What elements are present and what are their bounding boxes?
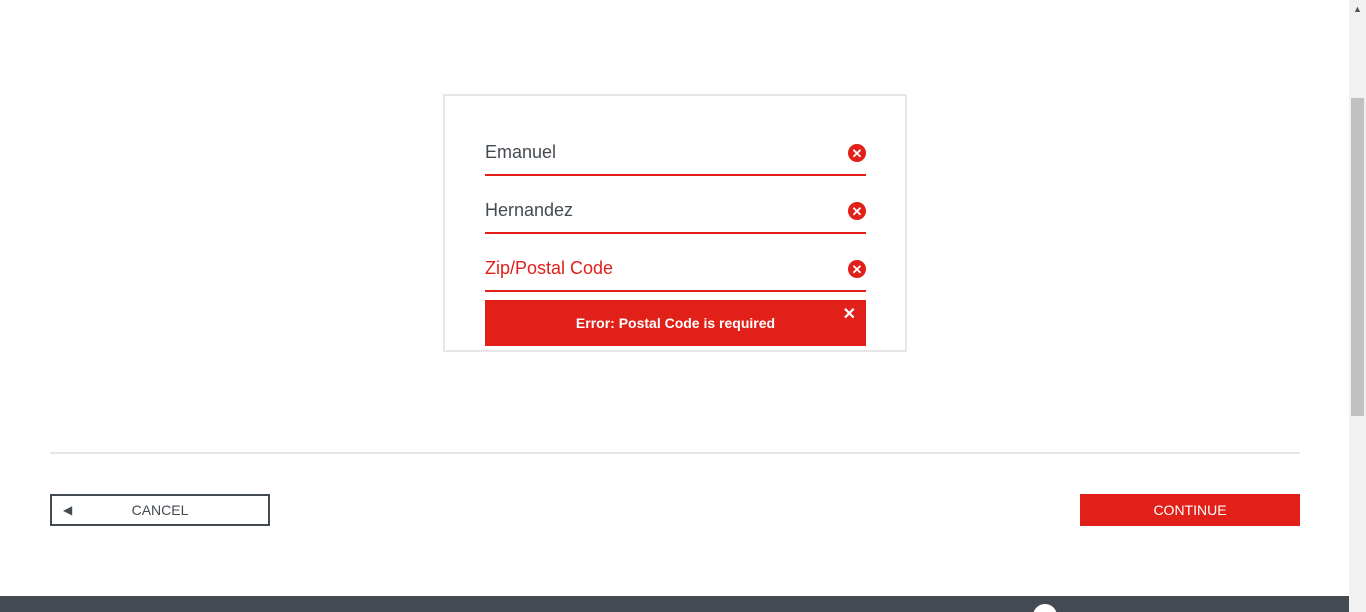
first-name-value[interactable]: Emanuel	[485, 142, 556, 163]
clear-first-name-icon[interactable]: ✕	[848, 144, 866, 162]
cancel-button[interactable]: ◀ CANCEL	[50, 494, 270, 526]
first-name-field[interactable]: Emanuel ✕	[485, 140, 866, 176]
scroll-up-icon[interactable]: ▲	[1349, 0, 1366, 17]
postal-code-field[interactable]: Zip/Postal Code ✕	[485, 256, 866, 292]
postal-code-error-message: Error: Postal Code is required ✕	[485, 300, 866, 346]
address-form-card: Emanuel ✕ Hernandez ✕ Zip/Postal Code ✕ …	[443, 94, 907, 352]
section-divider	[50, 452, 1300, 454]
continue-button[interactable]: CONTINUE	[1080, 494, 1300, 526]
clear-postal-code-icon[interactable]: ✕	[848, 260, 866, 278]
postal-code-placeholder[interactable]: Zip/Postal Code	[485, 258, 613, 279]
page-footer	[0, 596, 1349, 612]
vertical-scrollbar[interactable]: ▲	[1349, 0, 1366, 612]
last-name-field[interactable]: Hernandez ✕	[485, 198, 866, 234]
back-arrow-icon: ◀	[63, 503, 73, 517]
continue-button-label: CONTINUE	[1153, 502, 1227, 518]
close-icon[interactable]: ✕	[843, 304, 856, 324]
checkout-page: Emanuel ✕ Hernandez ✕ Zip/Postal Code ✕ …	[0, 0, 1366, 612]
footer-circle-icon	[1033, 604, 1057, 612]
last-name-value[interactable]: Hernandez	[485, 200, 573, 221]
clear-last-name-icon[interactable]: ✕	[848, 202, 866, 220]
cancel-button-label: CANCEL	[131, 502, 189, 518]
error-text: Error: Postal Code is required	[575, 315, 776, 331]
scrollbar-thumb[interactable]	[1351, 98, 1364, 416]
